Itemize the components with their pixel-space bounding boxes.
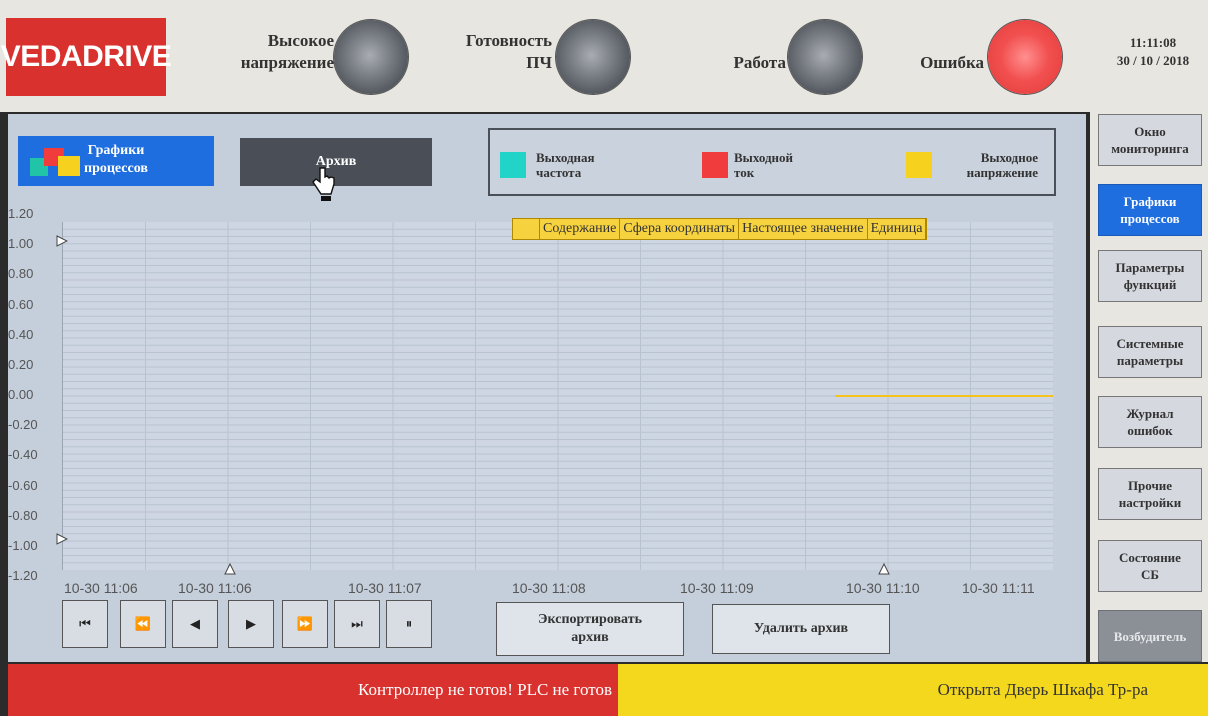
time: 11:11:08 [1129,35,1177,50]
forward-button[interactable]: ▶ [228,600,274,648]
y-tick-label: 1.00 [8,236,34,252]
tab-process-graphs[interactable]: Графики процессов [18,136,214,186]
sidebar-system-params[interactable]: Системные параметры [1098,326,1202,378]
date: 30 / 10 / 2018 [1116,53,1190,68]
sidebar-other-settings[interactable]: Прочие настройки [1098,468,1202,520]
legend: Выходная частота Выходной ток Выходное напр… [488,128,1056,196]
y-tick-label: -0.40 [8,447,38,463]
table-header-content: Содержание [540,219,621,239]
back-button[interactable]: ◀ [172,600,218,648]
x-tick-label: 10-30 11:10 [846,580,920,596]
clock: 11:11:08 30 / 10 / 2018 [1098,34,1208,70]
legend-swatch-current [702,152,728,178]
y-tick-label: -1.00 [8,537,38,553]
hand-cursor-icon [312,167,335,201]
legend-label-frequency: Выходная частота [536,150,595,180]
sidebar-error-log[interactable]: Журнал ошибок [1098,396,1202,448]
table-header-unit: Единица [868,219,927,239]
y-tick-label: 0.20 [8,356,34,372]
y-tick-label: -0.60 [8,477,38,493]
x-tick-label: 10-30 11:06 [178,580,252,596]
x-cursor-right-marker[interactable] [878,562,890,575]
logo: VEDADRIVE [1,18,172,96]
fast-back-button[interactable]: ⏪ [120,600,166,648]
plot-area [62,222,1053,570]
y-tick-label: -0.20 [8,417,38,433]
indicator-run-label: Работа [733,53,787,72]
sidebar-monitoring[interactable]: Окно мониторинга [1098,114,1202,166]
table-header-value: Настоящее значение [739,219,868,239]
sidebar-exciter[interactable]: Возбудитель [1098,610,1202,662]
chart-canvas [63,222,1053,570]
indicator-error-label: Ошибка [920,53,984,72]
run-lamp [788,20,862,94]
y-cursor-bottom-marker[interactable] [56,532,69,545]
y-tick-label: -0.80 [8,507,38,523]
pause-button[interactable]: ⏸ [386,600,432,648]
x-tick-label: 10-30 11:07 [348,580,422,596]
y-tick-label: 0.80 [8,266,34,282]
y-tick-label: -1.20 [8,568,38,583]
x-tick-label: 10-30 11:11 [962,580,1035,596]
x-tick-label: 10-30 11:09 [680,580,754,596]
indicator-ready-label: Готовность ПЧ [465,31,552,72]
table-header-color [513,219,540,239]
y-tick-label: 0.00 [8,387,34,402]
ready-lamp [556,20,630,94]
legend-label-current: Выходной ток [734,150,794,180]
y-cursor-top-marker[interactable] [56,234,69,247]
error-lamp [988,20,1062,94]
legend-swatch-voltage [906,152,932,178]
first-button[interactable]: ⏮ [62,600,108,648]
legend-label-voltage: Выходное напряжение [966,150,1038,180]
fast-forward-button[interactable]: ⏩ [282,600,328,648]
status-controller: Контроллер не готов! PLC не готов [8,664,618,716]
y-tick-label: 0.60 [8,296,34,312]
chart-icon [30,148,80,176]
last-button[interactable]: ⏭ [334,600,380,648]
x-cursor-left-marker[interactable] [224,562,236,575]
y-tick-label: 0.40 [8,326,34,342]
sidebar-safety-status[interactable]: Состояние СБ [1098,540,1202,592]
delete-archive-button[interactable]: Удалить архив [712,604,890,654]
values-table-header: Содержание Сфера координаты Настоящее зн… [512,218,928,240]
legend-swatch-frequency [500,152,526,178]
status-door: Открыта Дверь Шкафа Тр-ра [618,664,1208,716]
table-header-range: Сфера координаты [620,219,740,239]
indicator-high-voltage-label: Высокое напряжение [240,31,334,72]
x-tick-label: 10-30 11:08 [512,580,586,596]
x-tick-label: 10-30 11:06 [64,580,138,596]
y-tick-label: 1.20 [8,206,34,221]
export-archive-button[interactable]: Экспортировать архив [496,602,684,656]
sidebar-process-graphs[interactable]: Графики процессов [1098,184,1202,236]
sidebar-function-params[interactable]: Параметры функций [1098,250,1202,302]
high-voltage-lamp [334,20,408,94]
